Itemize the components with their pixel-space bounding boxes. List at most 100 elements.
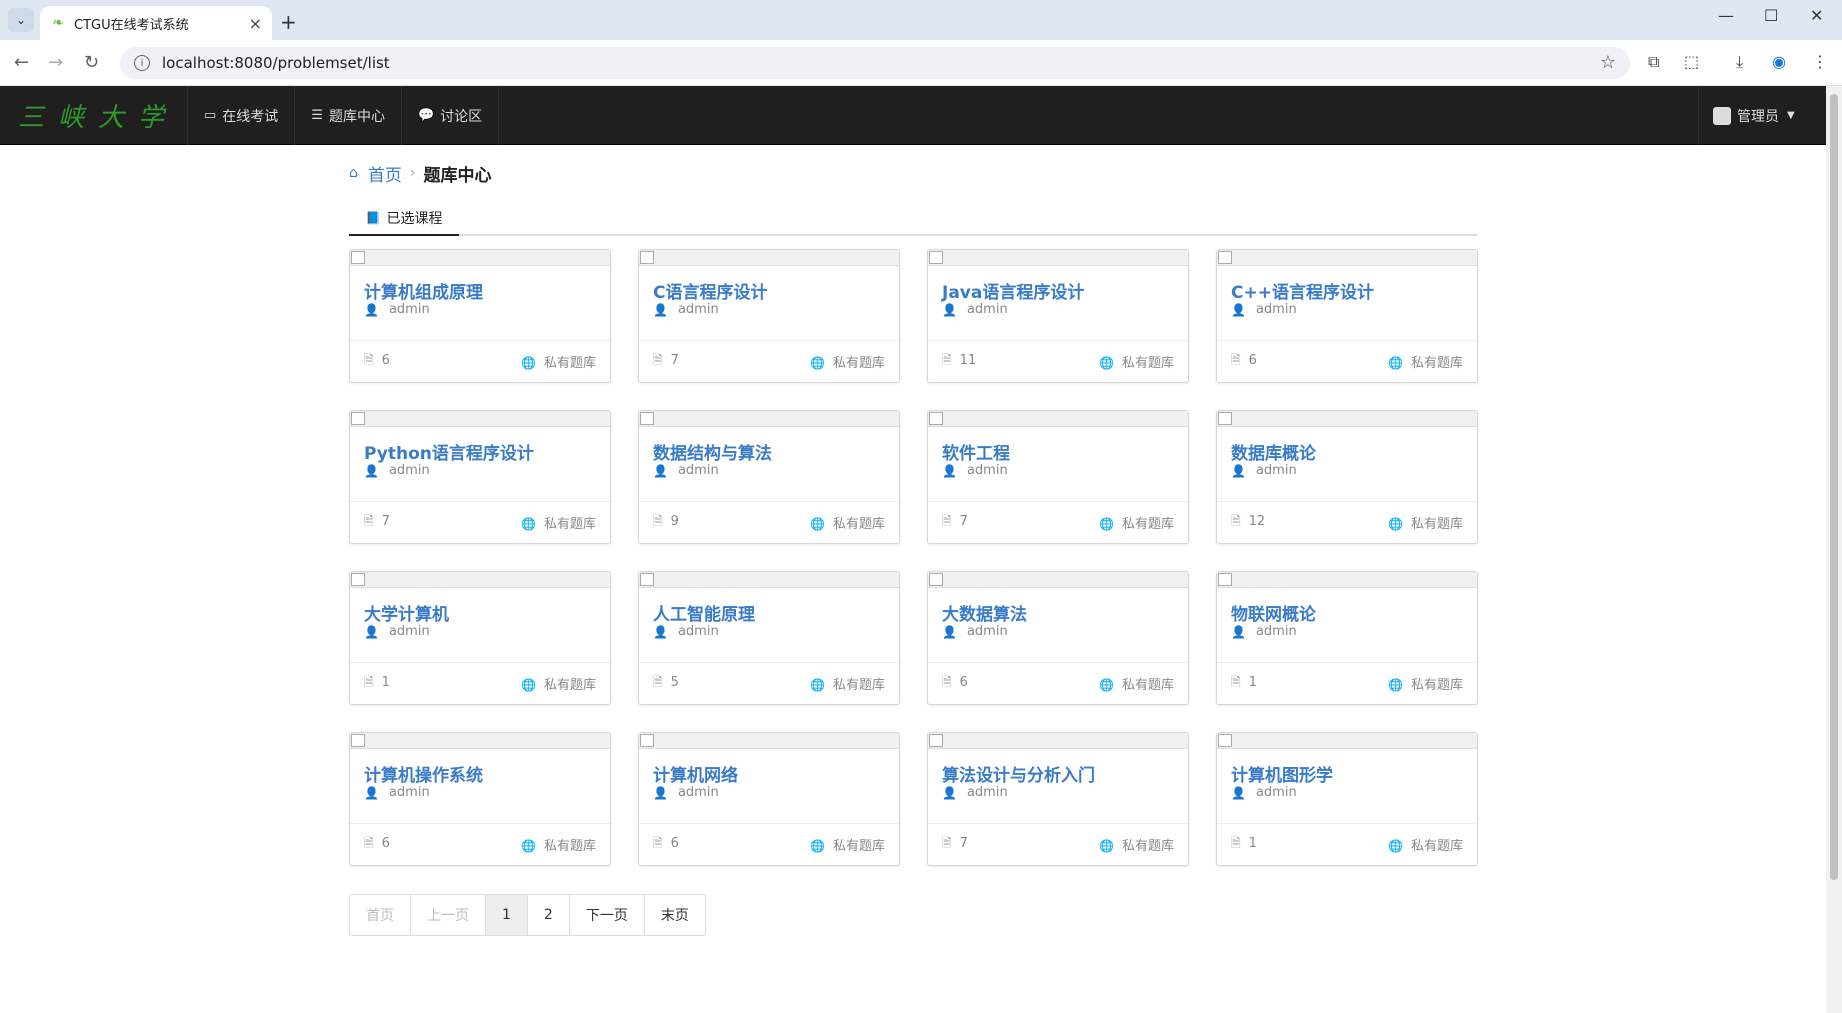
- nav-item-question-bank[interactable]: ☰ 题库中心: [295, 86, 402, 145]
- course-title[interactable]: C语言程序设计: [653, 278, 767, 303]
- maximize-icon[interactable]: ☐: [1764, 6, 1778, 25]
- course-card[interactable]: Python语言程序设计 👤 admin 🗎 7 🌐 私有题库: [349, 410, 611, 544]
- profile-icon[interactable]: ◉: [1772, 52, 1786, 71]
- course-author: 👤 admin: [653, 785, 719, 800]
- course-card[interactable]: 计算机网络 👤 admin 🗎 6 🌐 私有题库: [638, 732, 900, 866]
- bank-type-label: 私有题库: [1121, 517, 1174, 532]
- course-card[interactable]: 人工智能原理 👤 admin 🗎 5 🌐 私有题库: [638, 571, 900, 705]
- course-title[interactable]: 计算机组成原理: [364, 278, 483, 303]
- browser-tab[interactable]: ❧ CTGU在线考试系统 ×: [40, 6, 272, 40]
- course-title[interactable]: 人工智能原理: [653, 600, 755, 625]
- course-card[interactable]: C语言程序设计 👤 admin 🗎 7 🌐 私有题库: [638, 249, 900, 383]
- course-tabs: 📘 已选课程: [349, 201, 1477, 236]
- question-count-value: 7: [959, 836, 968, 851]
- page-first-button[interactable]: 首页: [350, 895, 411, 935]
- scrollbar-thumb[interactable]: [1830, 94, 1838, 880]
- course-thumbnail: [1217, 250, 1477, 266]
- author-name: admin: [677, 463, 719, 478]
- course-title[interactable]: 计算机操作系统: [364, 761, 483, 786]
- more-menu-icon[interactable]: ⋮: [1812, 52, 1828, 71]
- course-thumbnail: [1217, 411, 1477, 427]
- download-icon[interactable]: ⤓: [1736, 52, 1743, 72]
- extensions-icon[interactable]: ⬚: [1684, 52, 1699, 71]
- course-author: 👤 admin: [1231, 624, 1297, 639]
- bank-type: 🌐 私有题库: [521, 513, 596, 532]
- course-card[interactable]: 算法设计与分析入门 👤 admin 🗎 7 🌐 私有题库: [927, 732, 1189, 866]
- course-title[interactable]: 物联网概论: [1231, 600, 1316, 625]
- page-scrollbar[interactable]: [1826, 86, 1842, 1013]
- close-window-icon[interactable]: ✕: [1810, 6, 1823, 25]
- tab-selected-courses[interactable]: 📘 已选课程: [349, 201, 459, 236]
- course-author: 👤 admin: [1231, 302, 1297, 317]
- course-card[interactable]: C++语言程序设计 👤 admin 🗎 6 🌐 私有题库: [1216, 249, 1478, 383]
- course-title[interactable]: 大数据算法: [942, 600, 1027, 625]
- brand-logo[interactable]: 三峡大学: [0, 86, 188, 145]
- page-2-button[interactable]: 2: [528, 895, 570, 935]
- caret-down-icon: ▼: [1787, 110, 1795, 121]
- course-footer: 🗎 5 🌐 私有题库: [639, 662, 899, 704]
- forward-icon[interactable]: →: [48, 52, 63, 73]
- user-icon: 👤: [1231, 785, 1246, 800]
- course-title[interactable]: 计算机图形学: [1231, 761, 1333, 786]
- course-card[interactable]: 大数据算法 👤 admin 🗎 6 🌐 私有题库: [927, 571, 1189, 705]
- course-card[interactable]: Java语言程序设计 👤 admin 🗎 11 🌐 私有题库: [927, 249, 1189, 383]
- bank-type-label: 私有题库: [832, 517, 885, 532]
- bank-type-label: 私有题库: [1410, 678, 1463, 693]
- file-icon: 🗎: [653, 514, 663, 528]
- question-count-value: 5: [670, 675, 679, 690]
- course-title[interactable]: Python语言程序设计: [364, 439, 534, 464]
- page-1-button[interactable]: 1: [486, 895, 528, 935]
- bookmark-star-icon[interactable]: ☆: [1600, 52, 1616, 73]
- tab-search-button[interactable]: ⌄: [8, 8, 34, 32]
- course-card[interactable]: 软件工程 👤 admin 🗎 7 🌐 私有题库: [927, 410, 1189, 544]
- minimize-icon[interactable]: —: [1718, 6, 1734, 25]
- author-name: admin: [388, 624, 430, 639]
- course-title[interactable]: 计算机网络: [653, 761, 738, 786]
- comment-icon: 💬: [417, 108, 435, 123]
- user-icon: 👤: [942, 302, 957, 317]
- crop-icon[interactable]: ⧉: [1648, 52, 1659, 72]
- file-icon: 🗎: [942, 836, 952, 850]
- bank-type-label: 私有题库: [1121, 839, 1174, 854]
- close-tab-icon[interactable]: ×: [249, 14, 262, 33]
- course-card[interactable]: 计算机组成原理 👤 admin 🗎 6 🌐 私有题库: [349, 249, 611, 383]
- course-title[interactable]: 大学计算机: [364, 600, 449, 625]
- site-info-icon[interactable]: i: [134, 55, 150, 71]
- bank-type-label: 私有题库: [543, 356, 596, 371]
- user-icon: 👤: [942, 463, 957, 478]
- course-thumbnail: [928, 411, 1188, 427]
- page-next-button[interactable]: 下一页: [570, 895, 645, 935]
- course-card[interactable]: 大学计算机 👤 admin 🗎 1 🌐 私有题库: [349, 571, 611, 705]
- reload-icon[interactable]: ↻: [84, 52, 99, 73]
- course-thumbnail: [639, 733, 899, 749]
- question-count: 🗎 6: [364, 834, 390, 855]
- course-title[interactable]: Java语言程序设计: [942, 278, 1084, 303]
- breadcrumb-home-link[interactable]: 首页: [368, 161, 402, 186]
- pagination: 首页 上一页 1 2 下一页 末页: [349, 894, 706, 936]
- user-icon: 👤: [364, 463, 379, 478]
- course-footer: 🗎 7 🌐 私有题库: [928, 501, 1188, 543]
- course-title[interactable]: 数据结构与算法: [653, 439, 772, 464]
- course-footer: 🗎 6 🌐 私有题库: [350, 340, 610, 382]
- user-menu[interactable]: 管理员 ▼: [1698, 86, 1826, 145]
- course-title[interactable]: C++语言程序设计: [1231, 278, 1374, 303]
- nav-item-online-exam[interactable]: ▭ 在线考试: [188, 86, 296, 145]
- course-card[interactable]: 数据库概论 👤 admin 🗎 12 🌐 私有题库: [1216, 410, 1478, 544]
- new-tab-button[interactable]: +: [280, 10, 297, 34]
- course-card[interactable]: 计算机图形学 👤 admin 🗎 1 🌐 私有题库: [1216, 732, 1478, 866]
- course-title[interactable]: 软件工程: [942, 439, 1010, 464]
- course-author: 👤 admin: [364, 785, 430, 800]
- course-title[interactable]: 数据库概论: [1231, 439, 1316, 464]
- nav-item-discussion[interactable]: 💬 讨论区: [402, 86, 500, 145]
- back-icon[interactable]: ←: [14, 52, 29, 73]
- course-footer: 🗎 6 🌐 私有题库: [639, 823, 899, 865]
- page-prev-button[interactable]: 上一页: [411, 895, 486, 935]
- course-card[interactable]: 数据结构与算法 👤 admin 🗎 9 🌐 私有题库: [638, 410, 900, 544]
- page-last-button[interactable]: 末页: [645, 895, 705, 935]
- course-card[interactable]: 计算机操作系统 👤 admin 🗎 6 🌐 私有题库: [349, 732, 611, 866]
- question-count: 🗎 1: [1231, 673, 1257, 694]
- url-input[interactable]: i localhost:8080/problemset/list ☆: [120, 47, 1630, 79]
- course-title[interactable]: 算法设计与分析入门: [942, 761, 1095, 786]
- course-card[interactable]: 物联网概论 👤 admin 🗎 1 🌐 私有题库: [1216, 571, 1478, 705]
- course-author: 👤 admin: [1231, 785, 1297, 800]
